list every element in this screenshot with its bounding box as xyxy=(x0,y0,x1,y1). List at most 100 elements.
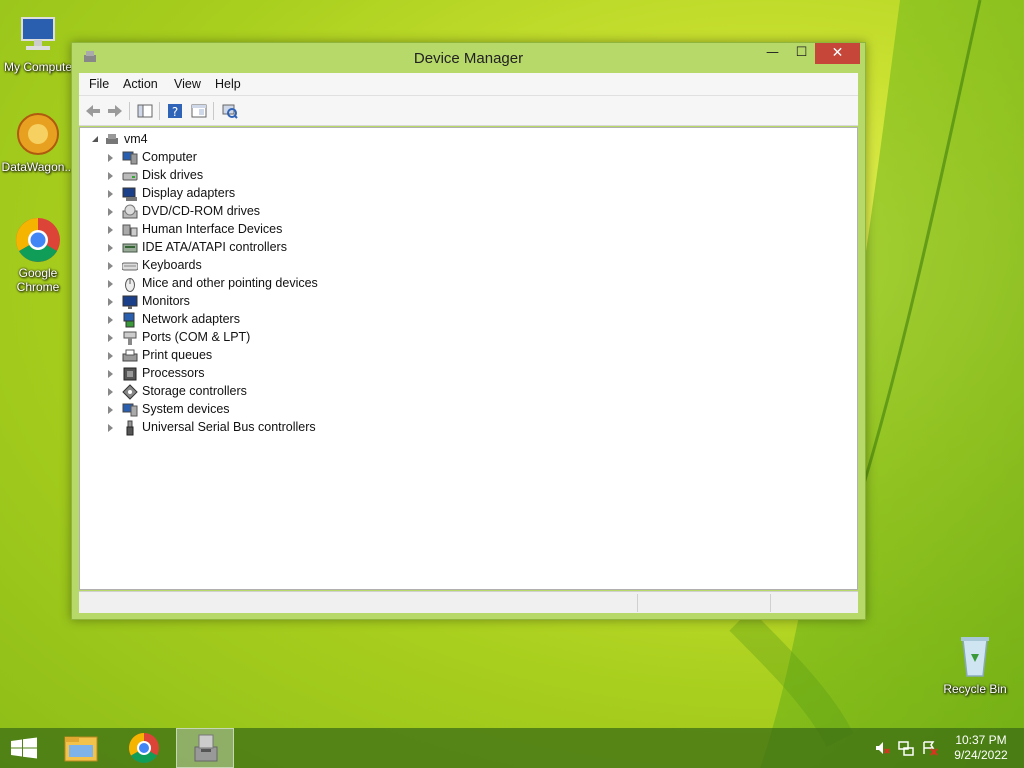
file-explorer-icon xyxy=(64,736,98,762)
desktop-icon-recycle-bin[interactable]: Recycle Bin xyxy=(937,632,1013,696)
svg-text:?: ? xyxy=(172,105,178,119)
device-manager-icon xyxy=(194,734,218,762)
computer-icon xyxy=(14,10,62,58)
toolbar-separator xyxy=(213,102,214,120)
mouse-icon xyxy=(125,278,135,292)
taskbar-device-manager[interactable] xyxy=(176,728,234,768)
system-device-icon xyxy=(122,403,138,417)
start-icon xyxy=(11,737,37,759)
toolbar: ? xyxy=(79,96,858,126)
tree-item-label: Human Interface Devices xyxy=(142,222,283,236)
tree-item-label: Keyboards xyxy=(142,258,202,272)
chrome-icon xyxy=(128,733,159,764)
tree-item-label: Ports (COM & LPT) xyxy=(142,330,251,344)
tree-item-label: Network adapters xyxy=(142,312,240,326)
expand-arrow-icon[interactable] xyxy=(108,334,113,342)
tree-item-label: DVD/CD-ROM drives xyxy=(142,204,261,218)
expand-arrow-icon[interactable] xyxy=(108,388,113,396)
forward-icon[interactable] xyxy=(105,101,125,121)
tree-item-label: Monitors xyxy=(142,294,190,308)
show-hide-console-tree-icon[interactable] xyxy=(135,101,155,121)
start-button[interactable] xyxy=(0,728,58,768)
menu-view[interactable]: View xyxy=(174,77,201,91)
status-bar xyxy=(79,591,858,613)
expand-arrow-icon[interactable] xyxy=(108,298,113,306)
desktop-icon-label: Recycle Bin xyxy=(943,682,1007,696)
desktop-icon-label: My Compute xyxy=(3,60,73,74)
window-title: Device Manager xyxy=(413,50,524,67)
keyboard-icon xyxy=(122,262,138,271)
maximize-button[interactable]: ☐ xyxy=(788,43,815,64)
monitor-icon xyxy=(122,295,138,309)
menu-action[interactable]: Action xyxy=(123,77,158,91)
tree-item-label: Mice and other pointing devices xyxy=(142,276,318,290)
ide-controller-icon xyxy=(122,243,138,253)
menu-bar: File Action View Help xyxy=(79,73,858,96)
tree-item-label: Display adapters xyxy=(142,186,236,200)
back-icon[interactable] xyxy=(83,101,103,121)
device-tree[interactable]: vm4 Computer Disk drives Display adapters D… xyxy=(79,127,858,590)
expand-arrow-icon[interactable] xyxy=(108,280,113,288)
expand-arrow-icon[interactable] xyxy=(108,208,113,216)
desktop-icon-google-chrome[interactable]: Google Chrome xyxy=(0,216,76,294)
expand-arrow-icon[interactable] xyxy=(108,370,113,378)
menu-file[interactable]: File xyxy=(89,77,109,91)
datawagon-icon xyxy=(14,110,62,158)
minimize-button[interactable]: — xyxy=(759,43,786,64)
desktop-icon-my-computer[interactable]: My Compute xyxy=(0,10,76,74)
expand-arrow-icon[interactable] xyxy=(108,406,113,414)
network-icon[interactable] xyxy=(898,740,914,756)
processor-icon xyxy=(123,367,137,381)
properties-icon[interactable] xyxy=(189,101,209,121)
printer-icon xyxy=(122,349,138,362)
hid-icon xyxy=(122,224,138,237)
toolbar-separator xyxy=(159,102,160,120)
title-bar[interactable]: Device Manager — ☐ ✕ xyxy=(72,43,865,73)
chrome-icon xyxy=(14,216,62,264)
desktop-icon-label: DataWagon... xyxy=(1,160,75,174)
toolbar-separator xyxy=(129,102,130,120)
expand-arrow-icon[interactable] xyxy=(108,244,113,252)
tree-root-label: vm4 xyxy=(124,132,148,146)
desktop-icon-label: Google Chrome xyxy=(16,266,60,294)
expand-arrow-icon[interactable] xyxy=(108,352,113,360)
expand-arrow-icon[interactable] xyxy=(108,226,113,234)
system-clock[interactable]: 10:37 PM 9/24/2022 xyxy=(948,733,1014,763)
usb-icon xyxy=(126,420,134,436)
device-manager-window[interactable]: Device Manager — ☐ ✕ File Action View He… xyxy=(71,42,866,620)
tree-item-label: Universal Serial Bus controllers xyxy=(142,420,316,434)
expand-arrow-icon[interactable] xyxy=(108,190,113,198)
computer-icon xyxy=(106,134,118,144)
tree-item-label: Print queues xyxy=(142,348,213,362)
tree-item-label: Computer xyxy=(142,150,197,164)
status-segment xyxy=(637,594,770,612)
expand-arrow-icon[interactable] xyxy=(108,262,113,270)
status-segment xyxy=(770,594,858,612)
tree-item-label: Disk drives xyxy=(142,168,204,182)
recycle-bin-icon xyxy=(951,632,999,680)
close-button[interactable]: ✕ xyxy=(815,43,860,64)
tree-item-label: Processors xyxy=(142,366,205,380)
action-center-icon[interactable] xyxy=(922,740,938,756)
help-icon[interactable]: ? xyxy=(165,101,185,121)
tree-item-label: IDE ATA/ATAPI controllers xyxy=(142,240,287,254)
collapse-arrow-icon[interactable] xyxy=(92,136,98,142)
expand-arrow-icon[interactable] xyxy=(108,424,113,432)
taskbar-file-explorer[interactable] xyxy=(53,728,111,768)
volume-muted-icon[interactable] xyxy=(874,740,890,756)
tree-item-label: System devices xyxy=(142,402,230,416)
expand-arrow-icon[interactable] xyxy=(108,316,113,324)
expand-arrow-icon[interactable] xyxy=(108,154,113,162)
dvd-drive-icon xyxy=(122,204,138,219)
storage-controller-icon xyxy=(122,384,138,400)
taskbar: 10:37 PM 9/24/2022 xyxy=(0,728,1024,768)
computer-icon xyxy=(122,151,138,165)
network-adapter-icon xyxy=(123,312,135,328)
scan-hardware-icon[interactable] xyxy=(219,101,239,121)
menu-help[interactable]: Help xyxy=(215,77,241,91)
disk-drive-icon xyxy=(122,172,138,181)
desktop-icon-datawagon[interactable]: DataWagon... xyxy=(0,110,76,174)
tree-item-label: Storage controllers xyxy=(142,384,247,398)
expand-arrow-icon[interactable] xyxy=(108,172,113,180)
taskbar-chrome[interactable] xyxy=(115,728,173,768)
